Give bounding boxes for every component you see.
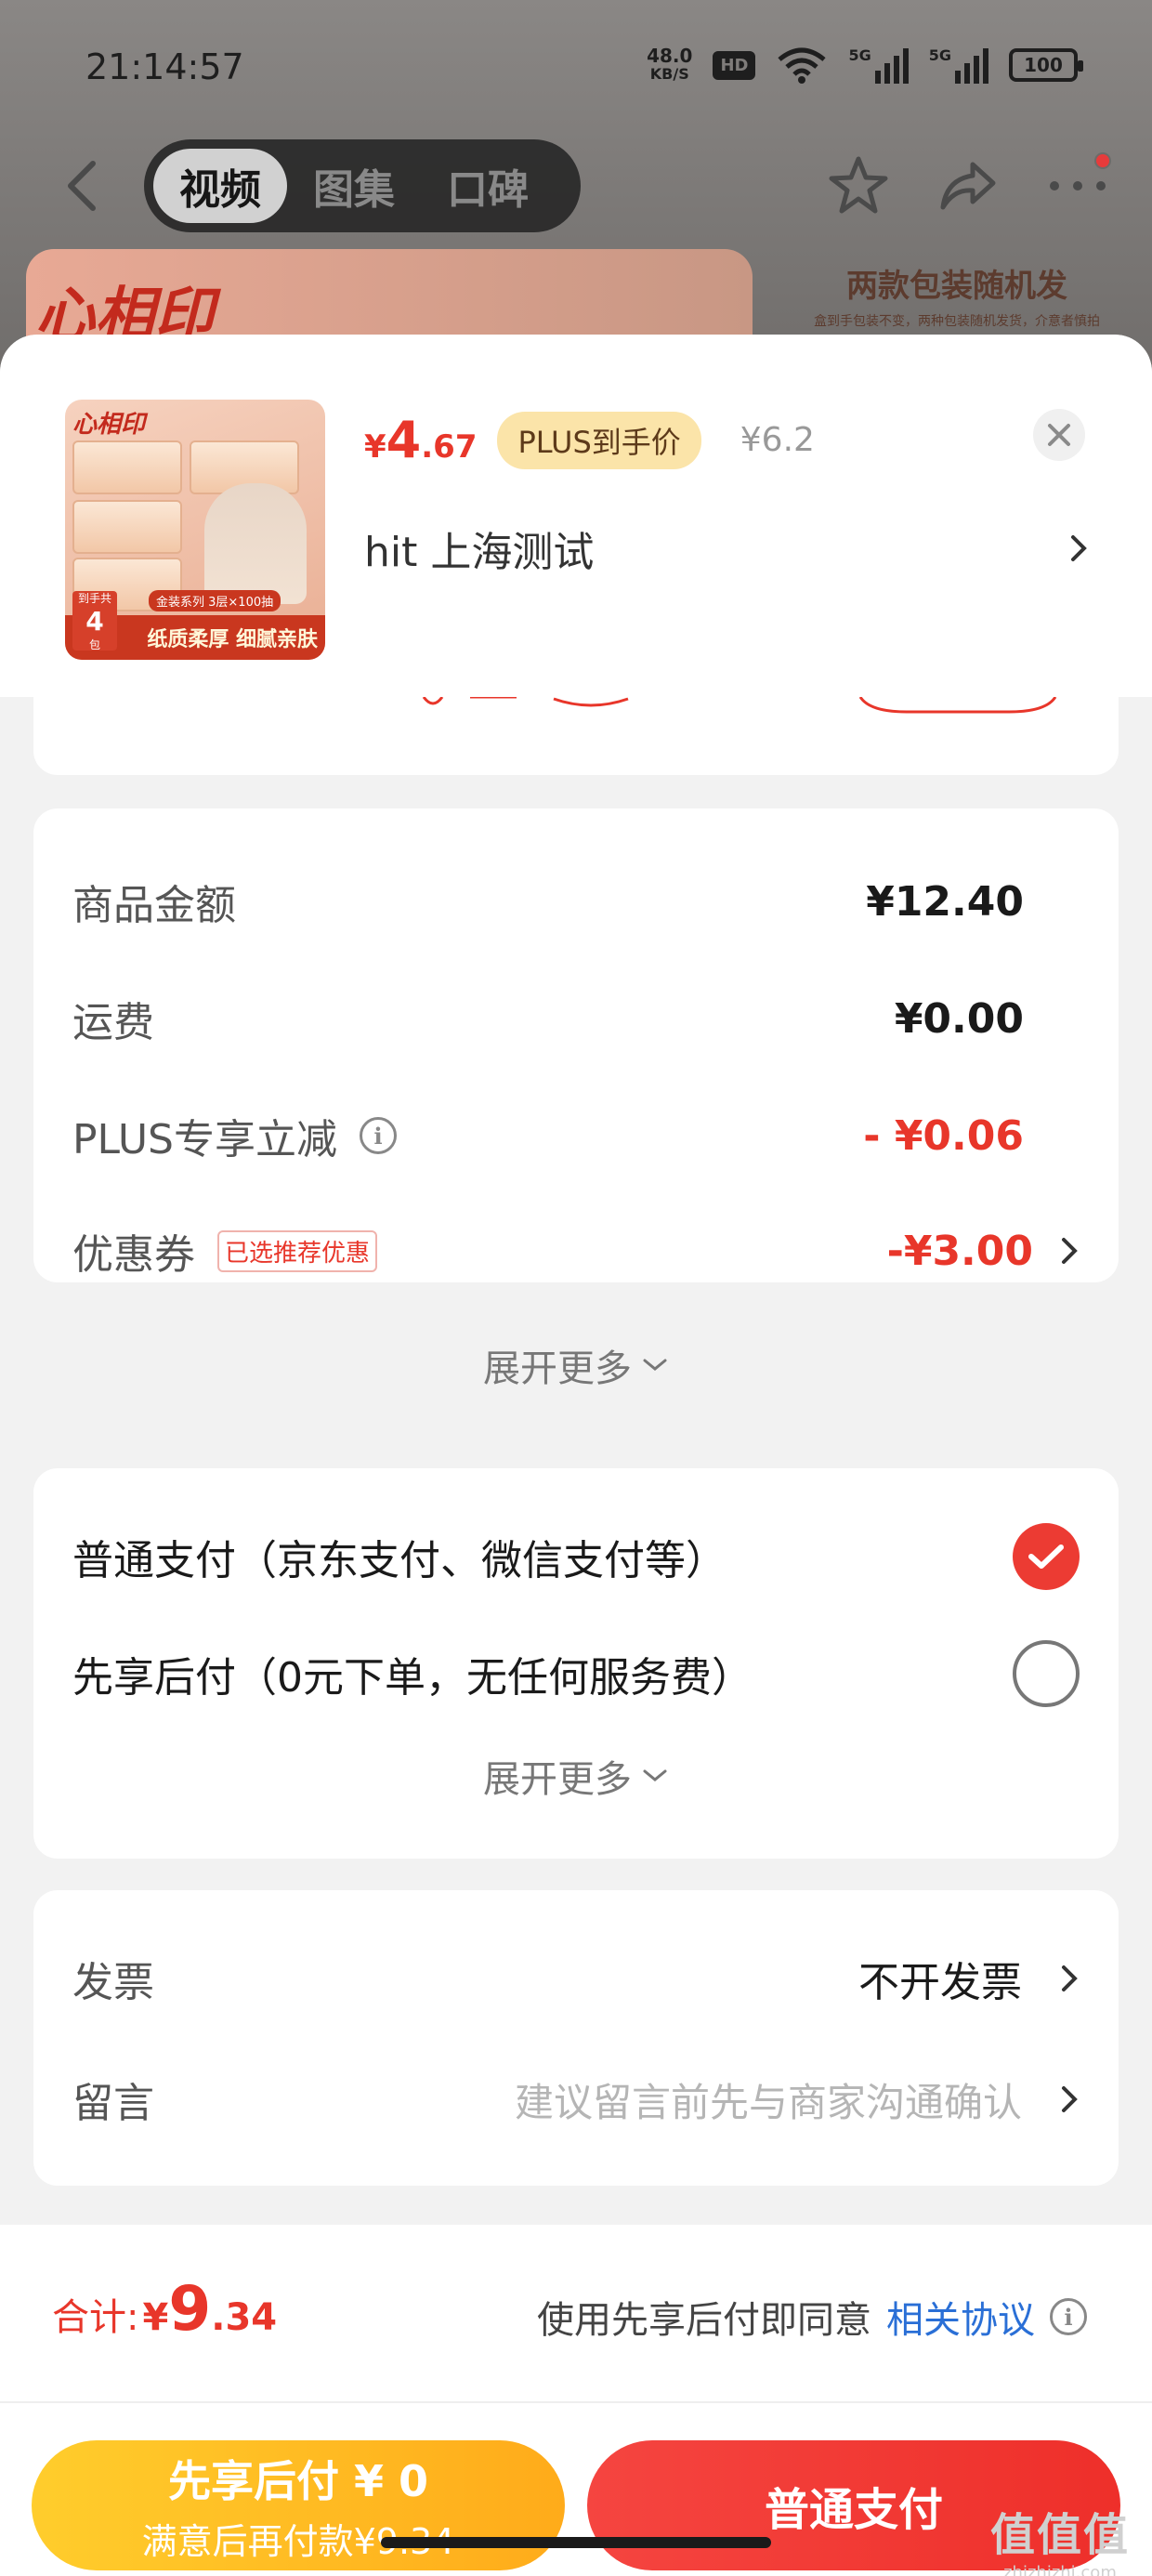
invoice-row[interactable]: 发票 不开发票: [72, 1937, 1080, 2020]
status-time: 21:14:57: [85, 46, 244, 87]
payment-card: 普通支付（京东支付、微信支付等） 先享后付（0元下单，无任何服务费） 展开更多: [33, 1468, 1119, 1859]
recommend-tag: 已选推荐优惠: [217, 1229, 378, 1272]
note-row[interactable]: 留言 建议留言前先与商家沟通确认: [72, 2057, 1080, 2141]
info-icon[interactable]: i: [1050, 2298, 1087, 2335]
invoice-value: 不开发票: [858, 1959, 1022, 2006]
payment-option-normal[interactable]: 普通支付（京东支付、微信支付等）: [72, 1515, 1080, 1598]
amount-card: 商品金额 ¥12.40 运费 ¥0.00 PLUS专享立减 i - ¥0.06 …: [33, 808, 1119, 1282]
expand-more-amounts[interactable]: 展开更多: [33, 1338, 1119, 1392]
spokesperson-image: [204, 483, 307, 604]
address-row[interactable]: hit 上海测试: [364, 511, 1089, 585]
favorite-star-icon[interactable]: [821, 149, 896, 223]
notification-dot: [1094, 152, 1111, 169]
extra-card: 发票 不开发票 留言 建议留言前先与商家沟通确认: [33, 1890, 1119, 2186]
chevron-right-icon: [1062, 2086, 1078, 2112]
radio-checked[interactable]: [1013, 1523, 1080, 1590]
order-sheet: 心相印 金装系列 3层×100抽 纸质柔厚 细腻亲肤 到手共 4 包 ¥ 4 .…: [0, 335, 1152, 2576]
check-icon: [1028, 1544, 1064, 1569]
status-bar: 21:14:57 48.0 KB/S HD 5G 5G 100: [0, 0, 1152, 139]
banner-note: 两款包装随机发 盒到手包装不变，两种包装随机发货，介意者慎拍: [814, 268, 1100, 329]
original-price: ¥6.2: [740, 421, 815, 459]
amount-row-shipping: 运费 ¥0.00: [72, 994, 1024, 1047]
product-thumbnail[interactable]: 心相印 金装系列 3层×100抽 纸质柔厚 细腻亲肤 到手共 4 包: [65, 400, 325, 660]
tab-video[interactable]: 视频: [153, 149, 287, 223]
back-arrow-icon[interactable]: [58, 158, 104, 214]
product-header: 心相印 金装系列 3层×100抽 纸质柔厚 细腻亲肤 到手共 4 包 ¥ 4 .…: [0, 335, 1152, 697]
media-tabs: 视频 图集 口碑: [144, 139, 581, 232]
more-icon[interactable]: [1041, 149, 1115, 223]
delivery-address: hit 上海测试: [364, 529, 595, 576]
chevron-down-icon: [643, 1769, 667, 1781]
tissue-pack: [72, 500, 182, 554]
tab-gallery[interactable]: 图集: [287, 149, 421, 223]
pay-later-button[interactable]: 先享后付 ¥ 0 满意后再付款¥9.34: [32, 2440, 565, 2570]
note-placeholder: 建议留言前先与商家沟通确认: [514, 2079, 1022, 2125]
nav-actions: [821, 149, 1115, 223]
signal-icon: 5G: [848, 46, 909, 84]
background-page: 21:14:57 48.0 KB/S HD 5G 5G 100 视频 图集 口碑…: [0, 0, 1152, 390]
battery-icon: 100: [1009, 48, 1083, 82]
wifi-icon: [778, 47, 827, 84]
chevron-right-icon: [1062, 1965, 1078, 1991]
watermark: 值值值 zhizhizhi.com: [989, 2509, 1130, 2576]
chevron-down-icon: [643, 1359, 667, 1371]
payment-option-later[interactable]: 先享后付（0元下单，无任何服务费）: [72, 1632, 1080, 1715]
amount-row-coupon[interactable]: 优惠券 已选推荐优惠 -¥3.00: [72, 1214, 1080, 1288]
agreement-row: 使用先享后付即同意 相关协议 i: [537, 2290, 1087, 2344]
divider: [0, 2401, 1152, 2403]
clipped-content: [422, 697, 1057, 714]
status-icons: 48.0 KB/S HD 5G 5G 100: [647, 45, 1083, 84]
thumb-series: 金装系列 3层×100抽: [149, 590, 281, 611]
chevron-right-icon: [1071, 535, 1087, 561]
home-indicator[interactable]: [381, 2537, 771, 2548]
plus-price: ¥ 4 .67: [364, 411, 478, 469]
checkout-bar: 合计: ¥ 9 .34 使用先享后付即同意 相关协议 i 先享后付 ¥ 0 满意…: [0, 2225, 1152, 2576]
agreement-link[interactable]: 相关协议: [886, 2290, 1035, 2344]
tab-reviews[interactable]: 口碑: [421, 149, 555, 223]
thumb-brand-logo: 心相印: [72, 411, 146, 439]
close-button[interactable]: [1033, 409, 1085, 461]
share-icon[interactable]: [931, 149, 1005, 223]
amount-row-goods: 商品金额 ¥12.40: [72, 877, 1024, 930]
tissue-pack: [72, 440, 182, 494]
price-row: ¥ 4 .67 PLUS到手价 ¥6.2: [364, 411, 815, 469]
hd-icon: HD: [713, 50, 756, 80]
top-nav: 视频 图集 口碑: [0, 139, 1152, 232]
network-speed: 48.0 KB/S: [647, 45, 693, 83]
thumb-count: 到手共 4 包: [72, 591, 117, 651]
close-icon: [1048, 424, 1070, 446]
info-icon[interactable]: i: [360, 1117, 397, 1154]
signal-icon-2: 5G: [929, 46, 988, 84]
plus-price-badge: PLUS到手价: [497, 411, 701, 469]
radio-unchecked[interactable]: [1013, 1640, 1080, 1707]
total-amount: 合计: ¥ 9 .34: [52, 2273, 278, 2345]
amount-row-plus-discount: PLUS专享立减 i - ¥0.06: [72, 1111, 1024, 1164]
chevron-right-icon: [1062, 1238, 1078, 1264]
expand-more-payment[interactable]: 展开更多: [33, 1749, 1119, 1803]
